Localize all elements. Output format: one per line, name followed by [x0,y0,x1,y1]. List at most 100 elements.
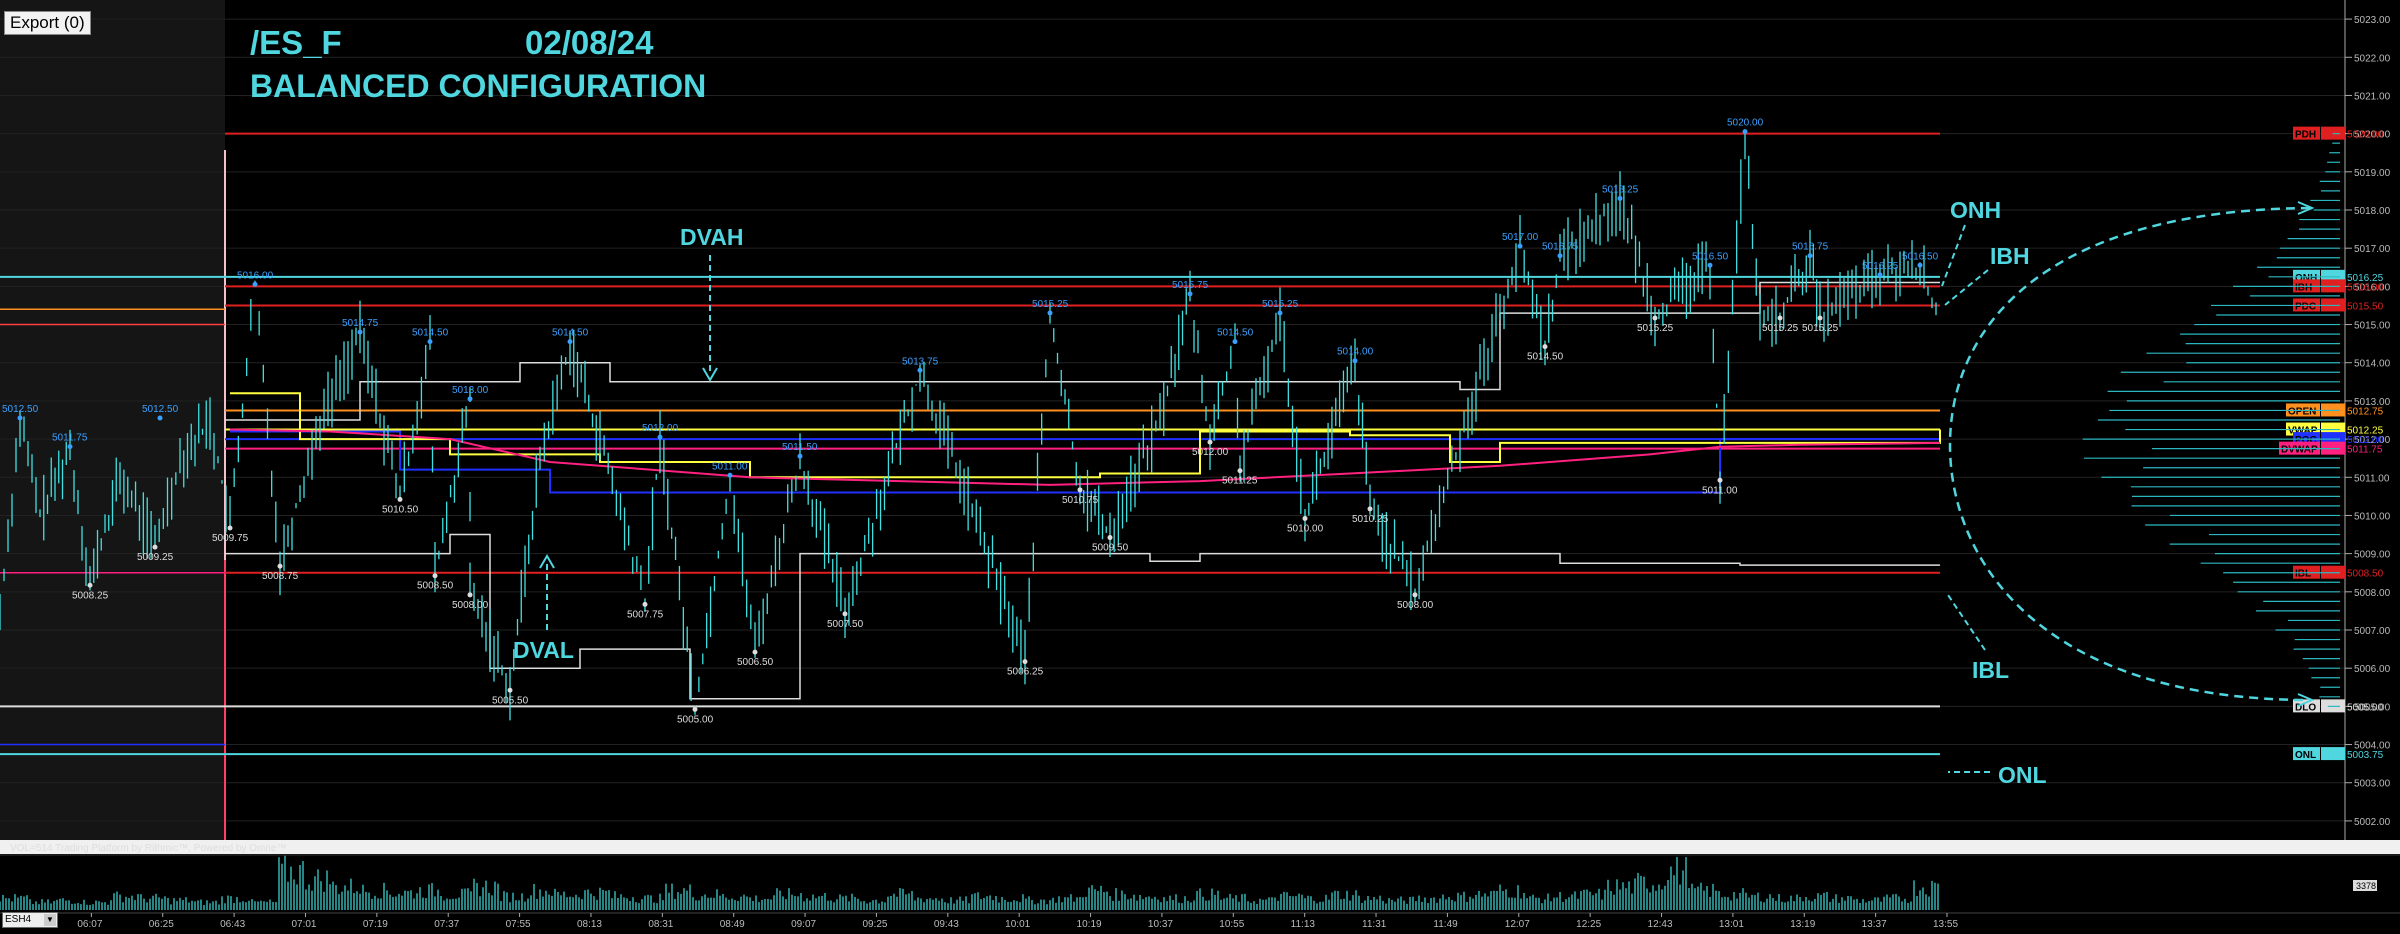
swing-low-label: 5011.00 [1702,485,1738,496]
swing-low-label: 5006.25 [1007,667,1044,678]
swing-high-dot [1517,243,1523,249]
swing-low-dot [1717,477,1723,483]
swing-high-label: 5015.75 [1172,280,1209,291]
level-price-label: 5005.00 [2347,702,2384,713]
level-price-box [2321,747,2345,761]
swing-high-dot [67,444,73,450]
swing-low-label: 5015.25 [1802,323,1839,334]
y-tick-label: 5021.00 [2354,91,2391,102]
swing-low-label: 5014.50 [1527,352,1564,363]
x-tick-label: 09:43 [934,919,959,930]
x-tick-label: 07:01 [291,919,316,930]
swing-low-label: 5008.50 [417,581,454,592]
y-tick-label: 5009.00 [2354,550,2391,561]
status-bar-background [0,840,2400,854]
swing-high-dot [797,453,803,459]
level-price-label: 5016.00 [2347,282,2384,293]
swing-high-label: 5016.25 [1862,261,1899,272]
annotation-dvah: DVAH [680,224,743,250]
swing-high-dot [1232,339,1238,345]
x-tick-label: 08:13 [577,919,602,930]
swing-low-dot [1542,344,1548,350]
swing-low-dot [152,544,158,550]
level-tag-label: DLO [2295,702,2316,713]
annotation-ibh: IBH [1990,243,2030,269]
x-tick-label: 11:49 [1433,919,1458,930]
swing-low-dot [752,649,758,655]
swing-high-label: 5018.25 [1602,184,1639,195]
swing-high-dot [157,415,163,421]
x-tick-label: 09:07 [791,919,816,930]
symbol-select[interactable]: ESH4 ▼ [2,912,58,928]
swing-high-dot [1557,253,1563,259]
swing-high-dot [1187,291,1193,297]
swing-high-label: 5011.75 [52,433,88,444]
x-tick-label: 08:49 [720,919,745,930]
x-tick-label: 06:25 [149,919,174,930]
swing-low-dot [1412,592,1418,598]
swing-high-dot [1277,310,1283,316]
swing-low-dot [397,496,403,502]
x-tick-label: 09:25 [862,919,887,930]
x-tick-label: 08:31 [648,919,673,930]
swing-low-dot [642,601,648,607]
swing-high-dot [1352,358,1358,364]
x-tick-label: 12:25 [1576,919,1601,930]
swing-low-dot [1302,515,1308,521]
swing-high-dot [567,339,573,345]
swing-low-dot [1077,487,1083,493]
level-tag-label: IBH [2295,282,2312,293]
swing-high-label: 5014.00 [1337,347,1374,358]
swing-high-dot [467,396,473,402]
swing-low-label: 5007.75 [627,609,664,620]
swing-low-label: 5011.25 [1222,476,1258,487]
swing-low-dot [1367,506,1373,512]
status-bar-text: VOL=514 Trading Platform by Rithmic™, Po… [10,843,287,854]
swing-high-label: 5020.00 [1727,118,1764,129]
swing-high-dot [1707,262,1713,268]
swing-low-label: 5009.50 [1092,543,1129,554]
swing-low-label: 5010.75 [1062,495,1099,506]
swing-low-dot [1777,315,1783,321]
swing-low-dot [87,582,93,588]
y-tick-label: 5006.00 [2354,664,2391,675]
swing-high-dot [1877,272,1883,278]
swing-low-dot [277,563,283,569]
swing-low-dot [507,687,513,693]
y-tick-label: 5019.00 [2354,168,2391,179]
overnight-session-shade [0,0,225,840]
swing-low-label: 5015.25 [1637,323,1674,334]
swing-low-label: 5006.50 [737,657,774,668]
x-tick-label: 07:37 [434,919,459,930]
swing-low-label: 5008.75 [262,571,299,582]
swing-high-dot [357,329,363,335]
swing-high-dot [1807,253,1813,259]
swing-high-label: 5014.50 [412,328,449,339]
swing-low-label: 5010.00 [1287,523,1324,534]
swing-low-dot [432,573,438,579]
swing-high-label: 5017.00 [1502,232,1539,243]
swing-high-dot [17,415,23,421]
swing-high-label: 5016.50 [1692,251,1729,262]
swing-low-dot [842,611,848,617]
level-tag-label: PDC [2295,301,2316,312]
y-tick-label: 5010.00 [2354,511,2391,522]
x-tick-label: 10:55 [1219,919,1244,930]
export-button[interactable]: Export (0) [4,11,91,35]
swing-high-dot [1617,195,1623,201]
x-tick-label: 13:01 [1719,919,1744,930]
annotation-dval: DVAL [513,637,574,663]
annotation-ibl: IBL [1972,657,2009,683]
x-tick-label: 07:19 [363,919,388,930]
level-price-label: 5015.50 [2347,301,2384,312]
swing-low-label: 5015.25 [1762,323,1799,334]
chevron-down-icon[interactable]: ▼ [44,914,56,926]
swing-high-label: 5011.00 [712,461,748,472]
price-chart[interactable]: 5002.005003.005004.005005.005006.005007.… [0,0,2400,934]
swing-high-label: 5016.00 [237,270,274,281]
x-tick-label: 10:01 [1005,919,1030,930]
y-tick-label: 5018.00 [2354,206,2391,217]
y-tick-label: 5008.00 [2354,588,2391,599]
swing-low-label: 5008.00 [1397,600,1434,611]
swing-low-dot [1022,659,1028,665]
